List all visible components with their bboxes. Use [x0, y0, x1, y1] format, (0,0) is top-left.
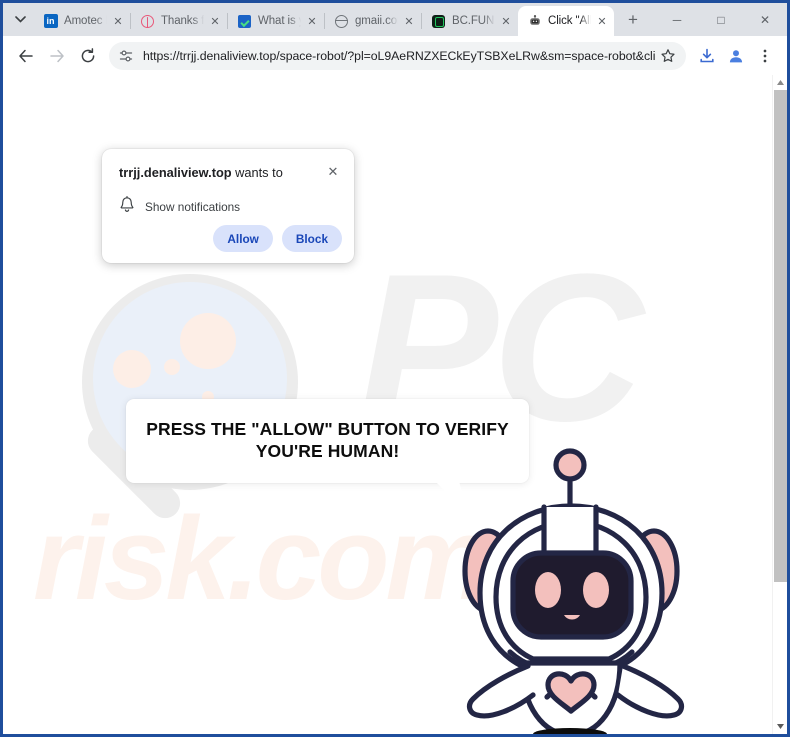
tab-close-icon[interactable]: ✕ [594, 13, 610, 29]
speech-bubble-tail [435, 481, 468, 515]
browser-tab-2[interactable]: Thanks fo ✕ [131, 6, 227, 36]
tab-label: BC.FUN: ( [452, 15, 496, 27]
forward-button[interactable] [42, 41, 72, 71]
scrollbar-up-arrow[interactable] [773, 75, 787, 90]
robot-favicon-glyph [529, 14, 540, 25]
globe-icon [334, 14, 349, 29]
tab-close-icon[interactable]: ✕ [498, 13, 514, 29]
permission-request-row: Show notifications [119, 195, 340, 218]
tab-label: What is y [258, 15, 302, 27]
space-robot-illustration [462, 448, 685, 734]
permission-title-suffix: wants to [231, 165, 283, 180]
permission-title: trrjj.denaliview.top wants to [119, 164, 283, 182]
maximize-button[interactable]: □ [699, 6, 743, 34]
bubble-line-2: YOU'RE HUMAN! [255, 441, 400, 461]
window-controls: ─ □ ✕ [655, 6, 787, 36]
tab-label: Click "Allo [548, 15, 592, 27]
scrollbar-thumb[interactable] [774, 90, 787, 582]
address-bar[interactable]: https://trrjj.denaliview.top/space-robot… [109, 41, 686, 70]
bcfun-green-icon [431, 14, 446, 29]
speech-bubble: PRESS THE "ALLOW" BUTTON TO VERIFY YOU'R… [126, 399, 529, 483]
robot-icon [527, 14, 542, 29]
three-dot-menu-icon[interactable] [751, 42, 779, 70]
star-icon[interactable] [655, 43, 681, 69]
permission-actions: Allow Block [213, 225, 342, 252]
browser-window: in Amotec I ✕ Thanks fo ✕ What is y ✕ gm… [0, 0, 790, 737]
download-icon[interactable] [693, 42, 721, 70]
allow-button[interactable]: Allow [213, 225, 273, 252]
notification-permission-prompt: trrjj.denaliview.top wants to ✕ Show not… [102, 149, 354, 263]
linkedin-icon: in [43, 14, 58, 29]
browser-tab-1[interactable]: in Amotec I ✕ [34, 6, 130, 36]
tab-close-icon[interactable]: ✕ [304, 13, 320, 29]
browser-tab-4[interactable]: gmaii.com ✕ [325, 6, 421, 36]
minimize-button[interactable]: ─ [655, 6, 699, 34]
blue-check-icon [237, 14, 252, 29]
bell-icon [119, 195, 135, 218]
tab-close-icon[interactable]: ✕ [207, 13, 223, 29]
permission-origin: trrjj.denaliview.top [119, 165, 232, 180]
browser-tab-active[interactable]: Click "Allo ✕ [518, 6, 614, 36]
tab-close-icon[interactable]: ✕ [401, 13, 417, 29]
bubble-line-1: PRESS THE "ALLOW" BUTTON TO VERIFY [146, 419, 509, 440]
tab-close-icon[interactable]: ✕ [110, 13, 126, 29]
tab-strip: in Amotec I ✕ Thanks fo ✕ What is y ✕ gm… [3, 3, 787, 36]
new-tab-button[interactable]: + [620, 7, 646, 33]
url-text[interactable]: https://trrjj.denaliview.top/space-robot… [138, 49, 655, 63]
tab-label: gmaii.com [355, 15, 399, 27]
page-viewport: PC risk.com PRESS THE "ALLOW" BUTTON TO … [3, 75, 787, 734]
bubble-text: PRESS THE "ALLOW" BUTTON TO VERIFY YOU'R… [146, 419, 509, 462]
permission-request-label: Show notifications [145, 199, 241, 214]
close-window-button[interactable]: ✕ [743, 6, 787, 34]
block-button[interactable]: Block [281, 225, 342, 252]
site-settings-icon[interactable] [114, 44, 138, 68]
opera-ring-icon [140, 14, 155, 29]
tab-label: Amotec I [64, 15, 108, 27]
back-button[interactable] [11, 41, 41, 71]
vertical-scrollbar[interactable] [772, 75, 787, 734]
close-icon[interactable]: ✕ [324, 163, 342, 181]
permission-header: trrjj.denaliview.top wants to ✕ [119, 164, 340, 182]
browser-toolbar: https://trrjj.denaliview.top/space-robot… [3, 36, 787, 75]
browser-tab-5[interactable]: BC.FUN: ( ✕ [422, 6, 518, 36]
tab-label: Thanks fo [161, 15, 205, 27]
reload-button[interactable] [73, 41, 103, 71]
tab-search-chevron-icon[interactable] [6, 5, 34, 33]
profile-avatar-icon[interactable] [722, 42, 750, 70]
scrollbar-down-arrow[interactable] [773, 719, 787, 734]
browser-tab-3[interactable]: What is y ✕ [228, 6, 324, 36]
